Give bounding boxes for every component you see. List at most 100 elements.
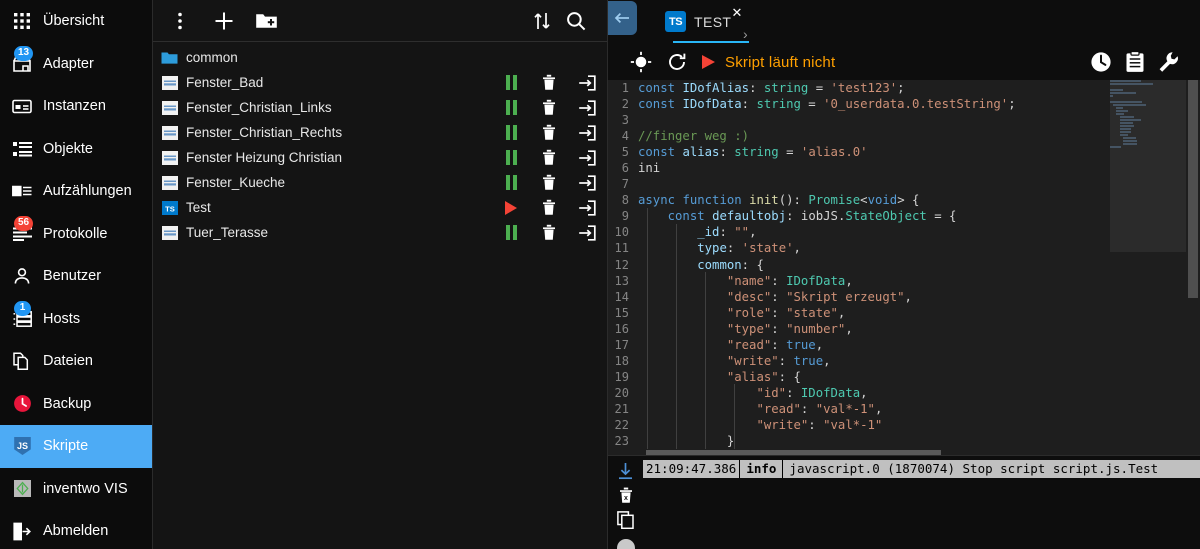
delete-script-button[interactable] bbox=[539, 123, 559, 143]
tree-row-fenster-christian-links[interactable]: Fenster_Christian_Links bbox=[153, 95, 607, 120]
log-entries: 21:09:47.386 info javascript.0 (1870074)… bbox=[643, 456, 1200, 549]
sidebar-item-aufzaehlungen[interactable]: Aufzählungen bbox=[0, 170, 152, 213]
open-script-button[interactable] bbox=[577, 148, 597, 168]
sidebar-item-label: Abmelden bbox=[43, 523, 109, 539]
sidebar-item-backup[interactable]: Backup bbox=[0, 383, 152, 426]
scrollbar-thumb[interactable] bbox=[1188, 80, 1198, 298]
pause-script-button[interactable] bbox=[501, 173, 521, 193]
download-icon[interactable] bbox=[614, 462, 638, 480]
run-script-button[interactable] bbox=[702, 55, 715, 69]
protokolle-badge: 56 bbox=[14, 215, 34, 231]
sidebar-item-label: Übersicht bbox=[43, 13, 105, 29]
pause-circle-icon[interactable] bbox=[614, 536, 638, 549]
code-text: "name": IDofData, bbox=[726, 273, 853, 288]
pause-script-button[interactable] bbox=[501, 98, 521, 118]
open-script-button[interactable] bbox=[577, 98, 597, 118]
sidebar-item-uebersicht[interactable]: Übersicht bbox=[0, 0, 152, 43]
line-number: 3 bbox=[621, 113, 629, 128]
tree-row-fenster-christian-rechts[interactable]: Fenster_Christian_Rechts bbox=[153, 120, 607, 145]
code-text: //finger weg :) bbox=[638, 129, 750, 144]
tree-row-tuer-terasse[interactable]: Tuer_Terasse bbox=[153, 220, 607, 245]
minimap-slider[interactable] bbox=[1110, 80, 1186, 252]
clipboard-icon[interactable] bbox=[1118, 47, 1152, 77]
tree-toolbar bbox=[153, 0, 607, 42]
log-toolbar: x bbox=[608, 456, 643, 549]
code-minimap[interactable] bbox=[1110, 80, 1186, 455]
delete-script-button[interactable] bbox=[539, 198, 559, 218]
tree-row-common[interactable]: common bbox=[153, 45, 607, 70]
line-number: 5 bbox=[621, 145, 629, 160]
copy-icon[interactable] bbox=[614, 511, 638, 529]
pause-script-button[interactable] bbox=[501, 123, 521, 143]
open-script-button[interactable] bbox=[577, 223, 597, 243]
backup-icon bbox=[11, 393, 33, 415]
new-folder-icon[interactable] bbox=[249, 4, 283, 38]
js-icon: JS bbox=[11, 435, 33, 457]
pause-script-button[interactable] bbox=[501, 223, 521, 243]
app-root: Übersicht 13 Adapter Instanzen Objekte A… bbox=[0, 0, 1200, 549]
tree-item-label: common bbox=[186, 49, 238, 65]
tab-active-indicator bbox=[673, 41, 749, 43]
open-script-button[interactable] bbox=[577, 173, 597, 193]
line-number: 12 bbox=[614, 257, 629, 272]
svg-text:JS: JS bbox=[16, 441, 27, 451]
pause-script-button[interactable] bbox=[501, 73, 521, 93]
sort-icon[interactable] bbox=[525, 4, 559, 38]
reload-icon[interactable] bbox=[662, 47, 692, 77]
tree-row-fenster-kueche[interactable]: Fenster_Kueche bbox=[153, 170, 607, 195]
back-button[interactable] bbox=[608, 1, 637, 35]
sidebar-item-protokolle[interactable]: 56 Protokolle bbox=[0, 213, 152, 256]
tree-item-label: Fenster_Christian_Links bbox=[186, 99, 332, 115]
delete-script-button[interactable] bbox=[539, 98, 559, 118]
delete-script-button[interactable] bbox=[539, 173, 559, 193]
sidebar-item-benutzer[interactable]: Benutzer bbox=[0, 255, 152, 298]
delete-script-button[interactable] bbox=[539, 73, 559, 93]
tree-item-label: Tuer_Terasse bbox=[186, 224, 269, 240]
sidebar-item-label: Dateien bbox=[43, 353, 93, 369]
code-text: type: 'state', bbox=[697, 241, 801, 256]
open-script-button[interactable] bbox=[577, 198, 597, 218]
tree-row-test[interactable]: TS Test bbox=[153, 195, 607, 220]
code-text: "alias": { bbox=[726, 369, 801, 384]
open-script-button[interactable] bbox=[577, 73, 597, 93]
sidebar-item-hosts[interactable]: 1 Hosts bbox=[0, 298, 152, 341]
crosshair-icon[interactable] bbox=[626, 47, 656, 77]
line-number: 4 bbox=[621, 129, 629, 144]
start-script-button[interactable] bbox=[501, 198, 521, 218]
clear-icon[interactable]: x bbox=[614, 487, 638, 504]
row-actions bbox=[501, 148, 597, 168]
close-icon[interactable]: ✕ bbox=[731, 6, 742, 19]
clock-icon[interactable] bbox=[1084, 47, 1118, 77]
line-number: 2 bbox=[621, 97, 629, 112]
sidebar-item-dateien[interactable]: Dateien bbox=[0, 340, 152, 383]
chevron-right-icon[interactable]: › bbox=[743, 26, 748, 42]
sidebar-item-inventwo-vis[interactable]: inventwo VIS bbox=[0, 468, 152, 511]
code-editor[interactable]: 1 const IDofAlias: string = 'test123'; 2 co… bbox=[608, 80, 1200, 455]
search-icon[interactable] bbox=[559, 4, 593, 38]
sidebar-item-objekte[interactable]: Objekte bbox=[0, 128, 152, 171]
code-text: async function init(): Promise<void> { bbox=[638, 193, 920, 208]
code-vertical-scrollbar[interactable] bbox=[1186, 80, 1200, 455]
sidebar-item-abmelden[interactable]: Abmelden bbox=[0, 510, 152, 549]
wrench-icon[interactable] bbox=[1152, 47, 1186, 77]
log-severity: info bbox=[740, 460, 784, 478]
code-horizontal-scrollbar[interactable] bbox=[646, 450, 941, 455]
run-status-label: Skript läuft nicht bbox=[725, 53, 836, 71]
tree-item-label: Fenster_Kueche bbox=[186, 174, 286, 190]
log-row[interactable]: 21:09:47.386 info javascript.0 (1870074)… bbox=[643, 460, 1200, 478]
add-icon[interactable] bbox=[207, 4, 241, 38]
delete-script-button[interactable] bbox=[539, 148, 559, 168]
sidebar-item-label: Hosts bbox=[43, 310, 81, 327]
tree-row-fenster-heizung-christian[interactable]: Fenster Heizung Christian bbox=[153, 145, 607, 170]
sidebar-item-instanzen[interactable]: Instanzen bbox=[0, 85, 152, 128]
code-text: ini bbox=[638, 161, 661, 176]
sidebar-item-skripte[interactable]: JS Skripte bbox=[0, 425, 152, 468]
pause-script-button[interactable] bbox=[501, 148, 521, 168]
editor-tab-test[interactable]: TS TEST ✕ bbox=[661, 0, 749, 43]
sidebar-item-adapter[interactable]: 13 Adapter bbox=[0, 43, 152, 86]
tree-row-fenster-bad[interactable]: Fenster_Bad bbox=[153, 70, 607, 95]
open-script-button[interactable] bbox=[577, 123, 597, 143]
more-vert-icon[interactable] bbox=[163, 4, 197, 38]
delete-script-button[interactable] bbox=[539, 223, 559, 243]
line-number: 23 bbox=[614, 434, 629, 449]
